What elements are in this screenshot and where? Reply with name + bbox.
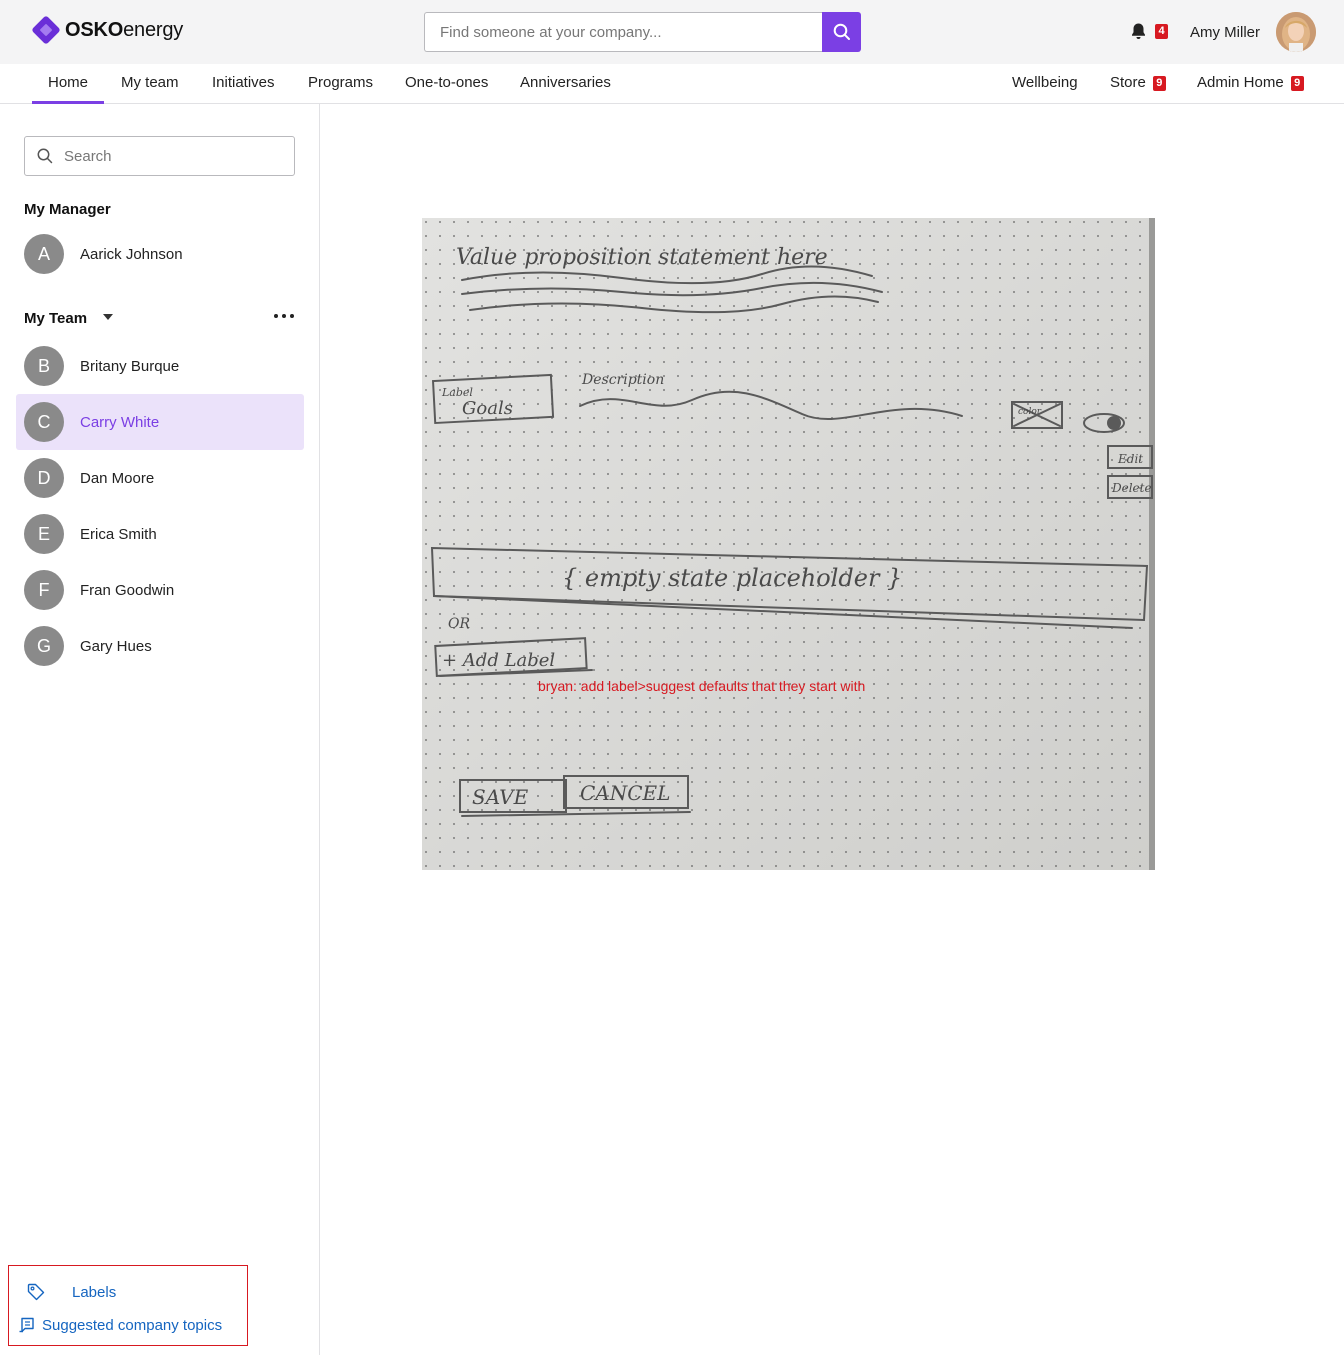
search-icon (833, 23, 850, 40)
sketch-empty-state-text: { empty state placeholder } (562, 564, 902, 592)
global-search (424, 12, 861, 52)
logo-text: OSKOenergy (65, 18, 184, 41)
team-member-item[interactable]: E Erica Smith (16, 506, 304, 562)
sidebar-bottom-links: Labels Suggested company topics (8, 1265, 248, 1346)
topics-icon (19, 1317, 34, 1333)
nav-anniversaries[interactable]: Anniversaries (520, 64, 611, 104)
team-member-item[interactable]: D Dan Moore (16, 450, 304, 506)
avatar: C (24, 402, 64, 442)
avatar: D (24, 458, 64, 498)
team-member-item[interactable]: F Fran Goodwin (16, 562, 304, 618)
person-name: Fran Goodwin (80, 581, 175, 599)
nav-admin-home[interactable]: Admin Home 9 (1197, 64, 1304, 104)
sketch-or-text: OR (448, 616, 470, 632)
labels-link-label: Labels (72, 1283, 117, 1301)
user-avatar[interactable] (1276, 12, 1316, 52)
more-options-icon[interactable] (274, 310, 294, 322)
manager-item[interactable]: A Aarick Johnson (16, 226, 304, 282)
nav-store-label: Store (1110, 74, 1146, 91)
main-nav: Home My team Initiatives Programs One-to… (0, 64, 1344, 104)
person-name: Britany Burque (80, 357, 180, 375)
nav-wellbeing[interactable]: Wellbeing (1012, 64, 1078, 104)
sketch-edit-text: Edit (1117, 452, 1143, 466)
person-name: Erica Smith (80, 525, 157, 543)
person-name: Dan Moore (80, 469, 155, 487)
labels-link[interactable]: Labels (26, 1282, 116, 1302)
team-member-item[interactable]: B Britany Burque (16, 338, 304, 394)
review-comment: bryan: add label>suggest defaults that t… (538, 678, 866, 694)
notifications-button[interactable]: 4 (1130, 22, 1168, 40)
global-search-button[interactable] (822, 12, 861, 52)
nav-initiatives[interactable]: Initiatives (212, 64, 275, 104)
wireframe-sketch-image: Value proposition statement here Label G… (422, 218, 1155, 870)
avatar: F (24, 570, 64, 610)
top-bar: OSKOenergy 4 Amy Miller (0, 0, 1344, 64)
sketch-drawing: Value proposition statement here Label G… (422, 218, 1155, 870)
person-name: Gary Hues (80, 637, 152, 655)
sketch-description-text: Description (581, 372, 664, 388)
tag-icon (27, 1283, 45, 1301)
nav-programs[interactable]: Programs (308, 64, 373, 104)
sidebar-search (24, 136, 295, 176)
caret-down-icon[interactable] (103, 314, 113, 320)
sketch-delete-text: Delete (1111, 481, 1152, 495)
sidebar: My Manager A Aarick Johnson My Team B Br… (0, 104, 320, 1355)
admin-home-badge: 9 (1290, 76, 1304, 91)
bell-icon (1132, 23, 1145, 39)
logo[interactable]: OSKOenergy (31, 15, 183, 45)
nav-store[interactable]: Store 9 (1110, 64, 1166, 104)
sketch-label-value-text: Goals (462, 398, 513, 419)
nav-home[interactable]: Home (32, 64, 105, 104)
avatar: E (24, 514, 64, 554)
sidebar-search-input[interactable] (64, 147, 284, 165)
store-badge: 9 (1152, 76, 1166, 91)
avatar: G (24, 626, 64, 666)
global-search-input[interactable] (424, 12, 822, 52)
my-team-heading: My Team (24, 310, 88, 327)
my-manager-heading: My Manager (24, 201, 111, 218)
sketch-heading-text: Value proposition statement here (456, 245, 828, 270)
suggested-topics-label: Suggested company topics (42, 1316, 223, 1334)
nav-admin-home-label: Admin Home (1197, 74, 1284, 91)
sketch-save-text: SAVE (472, 785, 529, 809)
user-photo (1276, 12, 1316, 52)
nav-one-to-ones[interactable]: One-to-ones (405, 64, 488, 104)
team-member-item[interactable]: G Gary Hues (16, 618, 304, 674)
sketch-color-text: color (1018, 407, 1042, 417)
person-name: Carry White (80, 413, 160, 431)
sketch-cancel-text: CANCEL (580, 781, 670, 805)
nav-wellbeing-label: Wellbeing (1012, 74, 1078, 91)
notification-count-badge: 4 (1155, 23, 1168, 39)
suggested-topics-link[interactable]: Suggested company topics (18, 1316, 222, 1334)
sketch-add-label-text: + Add Label (442, 650, 555, 671)
logo-diamond-icon (32, 16, 60, 44)
person-name: Aarick Johnson (80, 245, 183, 263)
nav-my-team[interactable]: My team (121, 64, 179, 104)
user-name[interactable]: Amy Miller (1190, 24, 1260, 41)
search-icon (37, 148, 53, 164)
team-member-item-selected[interactable]: C Carry White (16, 394, 304, 450)
avatar: B (24, 346, 64, 386)
avatar: A (24, 234, 64, 274)
